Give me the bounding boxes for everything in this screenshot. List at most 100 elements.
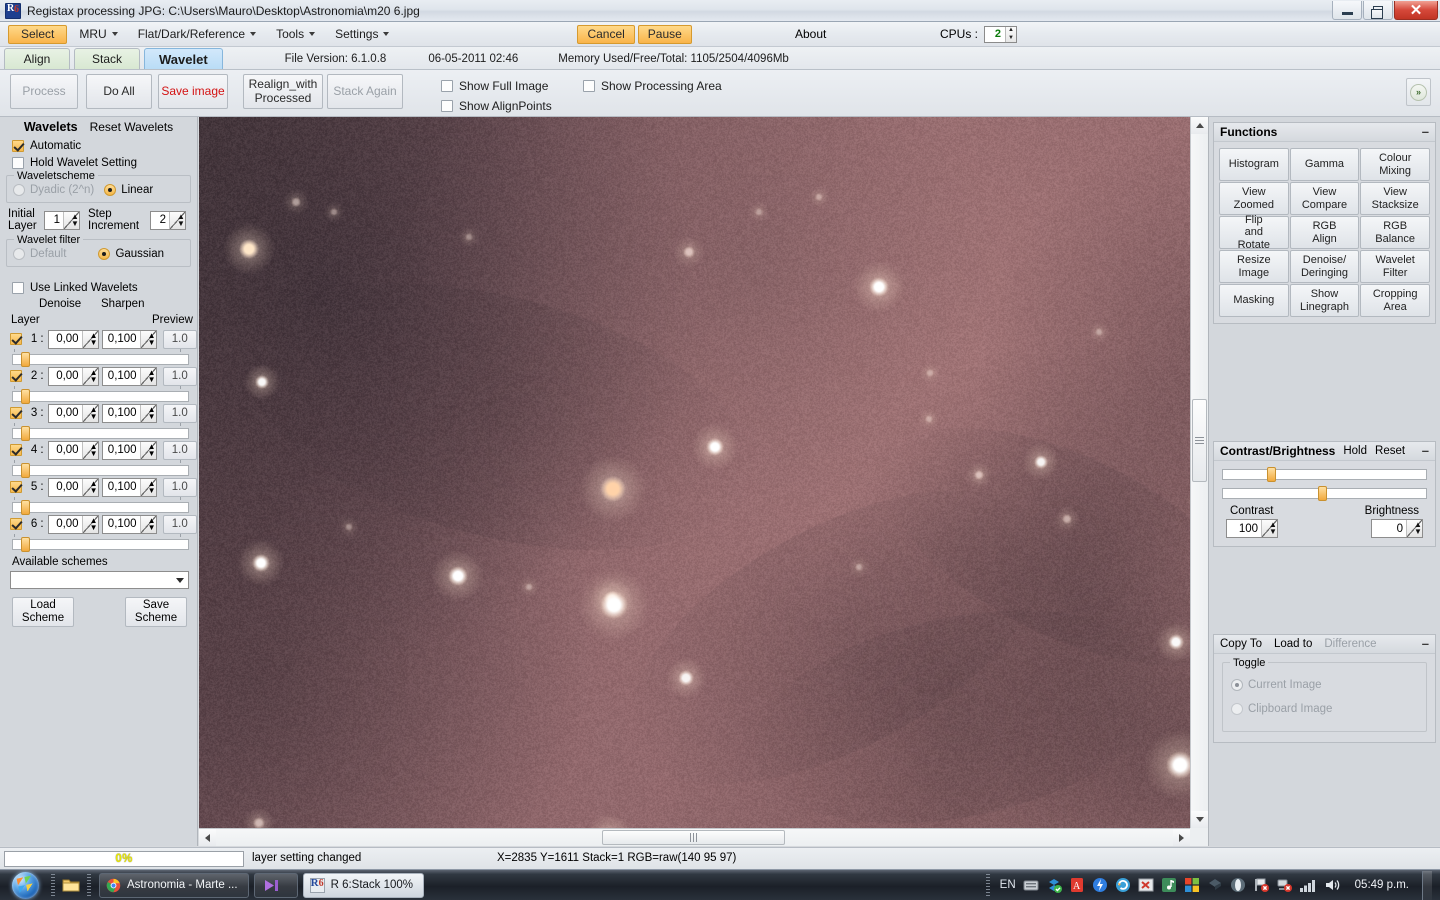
- stepper-down-icon[interactable]: ▼: [90, 524, 98, 532]
- contrast-slider[interactable]: [1222, 467, 1427, 480]
- process-button[interactable]: Process: [10, 74, 78, 109]
- stepper-down-icon[interactable]: ▼: [177, 220, 185, 228]
- scroll-left-button[interactable]: [199, 829, 216, 846]
- stepper-down-icon[interactable]: ▼: [90, 339, 98, 347]
- opera-icon[interactable]: [1230, 877, 1246, 893]
- scroll-right-button[interactable]: [1173, 829, 1190, 846]
- contrast-slider-thumb[interactable]: [1267, 467, 1276, 482]
- clipboard-image-radio[interactable]: Clipboard Image: [1231, 697, 1418, 721]
- layer-slider[interactable]: [12, 537, 189, 550]
- layer-denoise-stepper[interactable]: 0,00 ▲ ▼: [48, 478, 99, 497]
- stepper-arrows-icon[interactable]: ▲ ▼: [1406, 520, 1422, 537]
- filter-default-label[interactable]: Default: [30, 248, 66, 260]
- stepper-down-icon[interactable]: ▼: [1269, 528, 1277, 536]
- minimize-icon[interactable]: –: [1422, 640, 1429, 648]
- show-processing-area-checkbox[interactable]: Show Processing Area: [583, 79, 722, 93]
- do-all-button[interactable]: Do All: [86, 74, 152, 109]
- dropbox-blue-icon[interactable]: [1207, 877, 1223, 893]
- vertical-scrollbar[interactable]: [1190, 117, 1208, 828]
- layer-enable-checkbox[interactable]: [10, 407, 22, 419]
- layer-slider[interactable]: [12, 500, 189, 513]
- stack-again-button[interactable]: Stack Again: [327, 74, 403, 109]
- step-increment-stepper[interactable]: 2 ▲ ▼: [150, 211, 186, 230]
- hold-wavelet-setting-checkbox[interactable]: Hold Wavelet Setting: [0, 154, 197, 171]
- layer-slider-thumb[interactable]: [21, 352, 30, 367]
- difference-button[interactable]: Difference: [1324, 638, 1376, 650]
- layer-denoise-stepper[interactable]: 0,00 ▲ ▼: [48, 404, 99, 423]
- stepper-up-icon[interactable]: ▲: [1006, 27, 1016, 35]
- function-button-resize-image[interactable]: Resize Image: [1219, 250, 1289, 283]
- layer-preview-button[interactable]: 1.0: [163, 478, 197, 497]
- stepper-arrows-icon[interactable]: ▲ ▼: [63, 212, 79, 229]
- function-button-view-stacksize[interactable]: View Stacksize: [1360, 182, 1430, 215]
- layer-enable-checkbox[interactable]: [10, 370, 22, 382]
- brightness-slider[interactable]: [1222, 486, 1427, 499]
- volume-icon[interactable]: [1324, 877, 1342, 893]
- taskbar-item-chrome[interactable]: Astronomia - Marte ...: [99, 873, 249, 898]
- stepper-down-icon[interactable]: ▼: [148, 376, 156, 384]
- layer-slider[interactable]: [12, 463, 189, 476]
- save-image-button[interactable]: Save image: [158, 74, 228, 109]
- hold-button[interactable]: Hold: [1343, 445, 1367, 457]
- initial-layer-stepper[interactable]: 1 ▲ ▼: [44, 211, 80, 230]
- current-image-radio[interactable]: Current Image: [1231, 673, 1418, 697]
- function-button-flip-and-rotate[interactable]: Flip and Rotate: [1219, 216, 1289, 249]
- keyboard-icon[interactable]: [1023, 877, 1039, 893]
- function-button-denoise-deringing[interactable]: Denoise/Deringing: [1290, 250, 1360, 283]
- pause-button[interactable]: Pause: [638, 25, 692, 44]
- horizontal-scroll-thumb[interactable]: [602, 830, 785, 845]
- menu-mru[interactable]: MRU: [71, 25, 125, 44]
- use-linked-wavelets-checkbox[interactable]: Use Linked Wavelets: [0, 279, 197, 296]
- filter-gaussian-label[interactable]: Gaussian: [115, 248, 164, 260]
- excel-x-icon[interactable]: [1138, 877, 1154, 893]
- thunderbolt-icon[interactable]: [1092, 877, 1108, 893]
- menu-flat-dark-reference[interactable]: Flat/Dark/Reference: [130, 25, 264, 44]
- network-error-icon[interactable]: [1276, 877, 1292, 893]
- stepper-down-icon[interactable]: ▼: [90, 487, 98, 495]
- vertical-scroll-thumb[interactable]: [1192, 399, 1207, 482]
- stepper-arrows-icon[interactable]: ▲ ▼: [140, 368, 156, 385]
- reset-button[interactable]: Reset: [1375, 445, 1405, 457]
- menu-tools[interactable]: Tools: [268, 25, 323, 44]
- layer-enable-checkbox[interactable]: [10, 333, 22, 345]
- minimize-button[interactable]: [1332, 1, 1362, 20]
- function-button-masking[interactable]: Masking: [1219, 284, 1289, 317]
- tab-align[interactable]: Align: [4, 48, 70, 69]
- stepper-down-icon[interactable]: ▼: [90, 413, 98, 421]
- minimize-icon[interactable]: –: [1422, 447, 1429, 455]
- maximize-button[interactable]: [1363, 1, 1393, 20]
- stepper-arrows-icon[interactable]: ▲ ▼: [82, 405, 98, 422]
- layer-sharpen-stepper[interactable]: 0,100 ▲ ▼: [102, 330, 157, 349]
- flag-error-icon[interactable]: [1253, 877, 1269, 893]
- stepper-down-icon[interactable]: ▼: [90, 376, 98, 384]
- windows-colors-icon[interactable]: [1184, 877, 1200, 893]
- stepper-arrows-icon[interactable]: ▲ ▼: [140, 331, 156, 348]
- stepper-arrows-icon[interactable]: ▲ ▼: [140, 405, 156, 422]
- stepper-arrows-icon[interactable]: ▲ ▼: [82, 479, 98, 496]
- stepper-down-icon[interactable]: ▼: [1006, 34, 1016, 42]
- function-button-cropping-area[interactable]: Cropping Area: [1360, 284, 1430, 317]
- horizontal-scrollbar[interactable]: [199, 828, 1190, 846]
- stepper-down-icon[interactable]: ▼: [148, 450, 156, 458]
- close-button[interactable]: ✕: [1394, 1, 1438, 20]
- recuva-icon[interactable]: [1115, 877, 1131, 893]
- scroll-up-button[interactable]: [1191, 117, 1208, 134]
- minimize-icon[interactable]: –: [1422, 128, 1429, 136]
- realign-with-processed-button[interactable]: Realign_with Processed: [243, 74, 323, 109]
- function-button-rgb-balance[interactable]: RGB Balance: [1360, 216, 1430, 249]
- stepper-down-icon[interactable]: ▼: [148, 487, 156, 495]
- contrast-stepper[interactable]: 100 ▲ ▼: [1226, 519, 1278, 538]
- load-to-button[interactable]: Load to: [1274, 638, 1312, 650]
- stepper-arrows-icon[interactable]: ▲ ▼: [82, 516, 98, 533]
- layer-denoise-stepper[interactable]: 0,00 ▲ ▼: [48, 367, 99, 386]
- layer-denoise-stepper[interactable]: 0,00 ▲ ▼: [48, 515, 99, 534]
- layer-preview-button[interactable]: 1.0: [163, 441, 197, 460]
- stepper-arrows-icon[interactable]: ▲ ▼: [140, 442, 156, 459]
- cpus-stepper[interactable]: 2 ▲ ▼: [984, 26, 1017, 43]
- stepper-arrows-icon[interactable]: ▲ ▼: [1261, 520, 1277, 537]
- layer-preview-button[interactable]: 1.0: [163, 330, 197, 349]
- layer-sharpen-stepper[interactable]: 0,100 ▲ ▼: [102, 367, 157, 386]
- music-icon[interactable]: [1161, 877, 1177, 893]
- explorer-quicklaunch[interactable]: [58, 872, 84, 898]
- layer-denoise-stepper[interactable]: 0,00 ▲ ▼: [48, 330, 99, 349]
